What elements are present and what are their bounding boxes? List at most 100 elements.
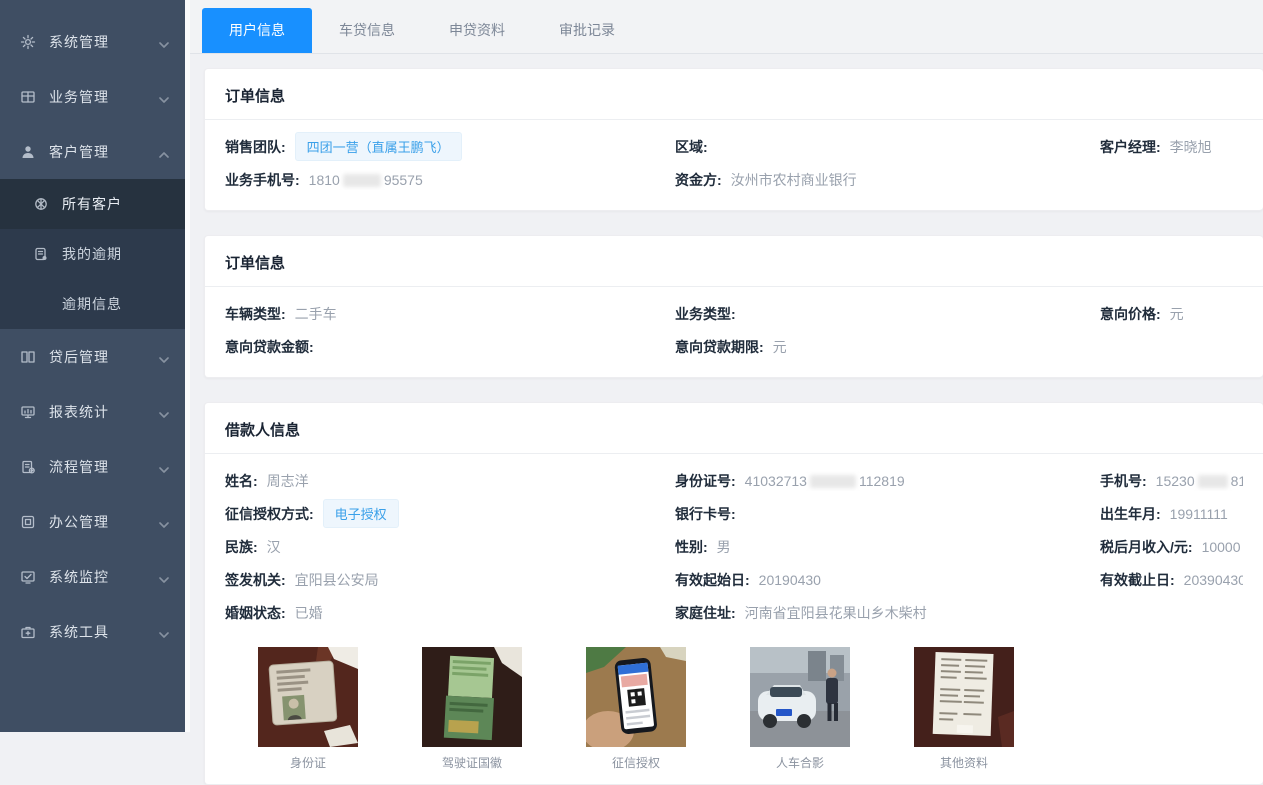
photo-caption: 驾驶证国徽	[422, 756, 522, 770]
detail-tabbar: 用户信息 车贷信息 申贷资料 审批记录	[190, 0, 1263, 54]
marital-label: 婚姻状态:	[225, 603, 286, 623]
credit-auth-tag[interactable]: 电子授权	[323, 499, 399, 528]
name-label: 姓名:	[225, 471, 258, 491]
ethnic-label: 民族:	[225, 537, 258, 557]
sidebar-item-label: 报表统计	[49, 402, 159, 422]
photo-phone-qr[interactable]: 征信授权	[586, 647, 686, 770]
issuer-value: 宜阳县公安局	[295, 570, 379, 590]
valid-to-value: 20390430	[1184, 572, 1243, 588]
sidebar-item-process-mgmt[interactable]: 流程管理	[0, 439, 185, 494]
sidebar: 系统管理 业务管理 客户管理 所有客户 我的逾期 逾期信息	[0, 0, 185, 732]
sidebar-item-label: 系统监控	[49, 567, 159, 587]
sidebar-item-business-mgmt[interactable]: 业务管理	[0, 69, 185, 124]
vehicle-type-value: 二手车	[295, 304, 337, 324]
funder-label: 资金方:	[675, 170, 722, 190]
photo-id-card[interactable]: 身份证	[258, 647, 358, 770]
gender-value: 男	[717, 537, 731, 557]
grid-icon	[20, 89, 36, 105]
book-icon	[20, 349, 36, 365]
overdue-icon	[33, 246, 49, 262]
tab-panel-user-info: 订单信息 销售团队: 四团一营（直属王鹏飞） 区域: 客户经理: 李晓旭	[190, 54, 1263, 785]
customers-icon	[33, 196, 49, 212]
sidebar-item-overdue-info[interactable]: 逾期信息	[0, 279, 185, 329]
card-title: 订单信息	[205, 69, 1263, 120]
issuer-label: 签发机关:	[225, 570, 286, 590]
redaction-blur	[1198, 475, 1228, 488]
loan-amount-label: 意向贷款金额:	[225, 337, 314, 357]
monitor-icon	[20, 569, 36, 585]
income-value: 10000	[1202, 539, 1241, 555]
order-info-card-top: 订单信息 销售团队: 四团一营（直属王鹏飞） 区域: 客户经理: 李晓旭	[204, 68, 1263, 211]
id-number-value: 41032713112819	[745, 473, 905, 489]
region-label: 区域:	[675, 137, 708, 157]
sidebar-item-system-mgmt[interactable]: 系统管理	[0, 14, 185, 69]
manager-value: 李晓旭	[1170, 137, 1212, 157]
person-car-photo	[750, 647, 850, 747]
photo-caption: 其他资料	[914, 756, 1014, 770]
sidebar-item-label: 系统工具	[49, 622, 159, 642]
biz-phone-label: 业务手机号:	[225, 170, 300, 190]
tab-user-info[interactable]: 用户信息	[202, 8, 312, 53]
card-title: 订单信息	[205, 236, 1263, 287]
order-info-card-vehicle: 订单信息 车辆类型: 二手车 业务类型: 意向价格: 元	[204, 235, 1263, 378]
loan-term-label: 意向贷款期限:	[675, 337, 764, 357]
tab-loan-application-docs[interactable]: 申贷资料	[422, 8, 532, 53]
photo-caption: 人车合影	[750, 756, 850, 770]
vehicle-type-label: 车辆类型:	[225, 304, 286, 324]
sidebar-item-customer-mgmt[interactable]: 客户管理	[0, 124, 185, 179]
biz-type-label: 业务类型:	[675, 304, 736, 324]
marital-value: 已婚	[295, 603, 323, 623]
chevron-down-icon	[159, 462, 169, 472]
chevron-down-icon	[159, 572, 169, 582]
mobile-value: 152308137	[1156, 473, 1243, 489]
chevron-down-icon	[159, 407, 169, 417]
photo-person-car[interactable]: 人车合影	[750, 647, 850, 770]
id-number-label: 身份证号:	[675, 471, 736, 491]
document-photo-row: 身份证	[225, 629, 1243, 770]
address-value: 河南省宜阳县花果山乡木柴村	[745, 603, 927, 623]
chevron-down-icon	[159, 37, 169, 47]
birth-label: 出生年月:	[1100, 504, 1161, 524]
tab-car-loan-info[interactable]: 车贷信息	[312, 8, 422, 53]
mobile-label: 手机号:	[1100, 471, 1147, 491]
report-icon	[20, 404, 36, 420]
sidebar-item-system-monitor[interactable]: 系统监控	[0, 549, 185, 604]
sidebar-item-label: 业务管理	[49, 87, 159, 107]
user-icon	[20, 144, 36, 160]
photo-handwritten-doc[interactable]: 其他资料	[914, 647, 1014, 770]
sidebar-item-report-stats[interactable]: 报表统计	[0, 384, 185, 439]
ethnic-value: 汉	[267, 537, 281, 557]
process-icon	[20, 459, 36, 475]
handwritten-doc-photo	[914, 647, 1014, 747]
redaction-blur	[810, 475, 856, 488]
sidebar-item-system-tools[interactable]: 系统工具	[0, 604, 185, 659]
sidebar-item-all-customers[interactable]: 所有客户	[0, 179, 185, 229]
chevron-down-icon	[159, 352, 169, 362]
main-content: 用户信息 车贷信息 申贷资料 审批记录 订单信息 销售团队: 四团一营（直属王鹏…	[185, 0, 1263, 732]
redaction-blur	[343, 174, 381, 187]
income-label: 税后月收入/元:	[1100, 537, 1193, 557]
sidebar-item-label: 贷后管理	[49, 347, 159, 367]
sidebar-item-postloan-mgmt[interactable]: 贷后管理	[0, 329, 185, 384]
photo-caption: 身份证	[258, 756, 358, 770]
sidebar-item-office-mgmt[interactable]: 办公管理	[0, 494, 185, 549]
intent-price-label: 意向价格:	[1100, 304, 1161, 324]
sales-team-label: 销售团队:	[225, 137, 286, 157]
sales-team-tag[interactable]: 四团一营（直属王鹏飞）	[295, 132, 462, 161]
photo-caption: 征信授权	[586, 756, 686, 770]
valid-from-value: 20190430	[759, 572, 821, 588]
biz-phone-value: 181095575	[309, 172, 423, 188]
sidebar-item-label: 逾期信息	[62, 294, 169, 314]
gender-label: 性别:	[675, 537, 708, 557]
chevron-down-icon	[159, 92, 169, 102]
loan-term-value: 元	[773, 337, 787, 357]
sidebar-item-label: 我的逾期	[62, 244, 169, 264]
photo-license-booklet[interactable]: 驾驶证国徽	[422, 647, 522, 770]
tools-icon	[20, 624, 36, 640]
intent-price-value: 元	[1170, 304, 1184, 324]
borrower-info-card: 借款人信息 姓名: 周志洋 身份证号: 41032713112819 手机号: …	[204, 402, 1263, 785]
tab-approval-records[interactable]: 审批记录	[532, 8, 642, 53]
valid-from-label: 有效起始日:	[675, 570, 750, 590]
id-card-photo	[258, 647, 358, 747]
sidebar-item-my-overdue[interactable]: 我的逾期	[0, 229, 185, 279]
